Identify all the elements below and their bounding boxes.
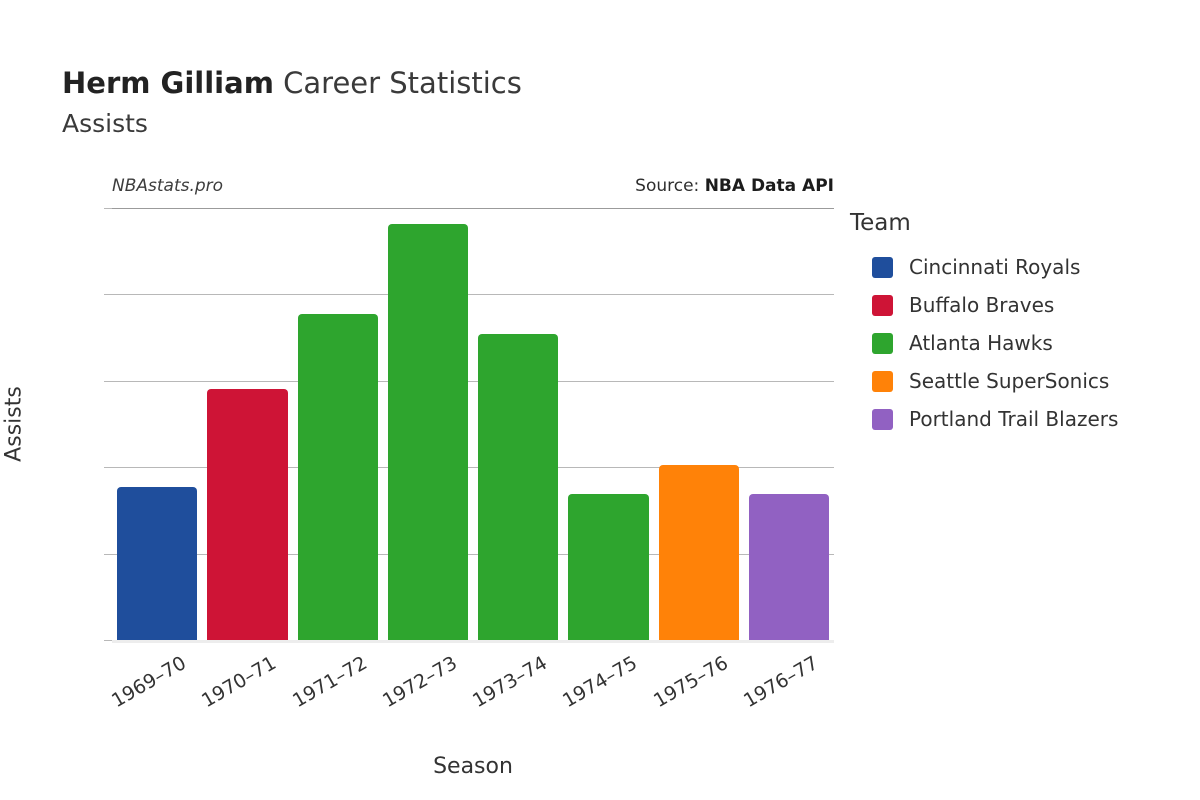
bar[interactable] [297, 314, 378, 640]
page-title: Herm Gilliam Career Statistics [62, 64, 962, 102]
x-tick-label: 1971–72 [288, 652, 371, 713]
legend-item-label: Cincinnati Royals [909, 255, 1081, 279]
source-attribution: Source: NBA Data API [635, 176, 834, 196]
legend-item-label: Portland Trail Blazers [909, 407, 1119, 431]
legend-item[interactable]: Atlanta Hawks [850, 324, 1190, 362]
legend-item[interactable]: Buffalo Braves [850, 286, 1190, 324]
x-tick-label: 1976–77 [739, 652, 822, 713]
x-tick-label: 1974–75 [559, 652, 642, 713]
chart-subtitle: Assists [62, 109, 148, 138]
legend-item[interactable]: Portland Trail Blazers [850, 400, 1190, 438]
legend-item-label: Seattle SuperSonics [909, 369, 1110, 393]
source-value: NBA Data API [704, 176, 834, 196]
legend-item[interactable]: Seattle SuperSonics [850, 362, 1190, 400]
bar[interactable] [568, 493, 649, 640]
legend-item[interactable]: Cincinnati Royals [850, 248, 1190, 286]
x-axis-line [112, 640, 834, 643]
bar-series [112, 208, 834, 640]
bar[interactable] [748, 493, 829, 640]
y-tick-mark [104, 208, 112, 209]
plot-area: 0100200300400500 1969–701970–711971–7219… [2, 208, 834, 779]
legend-swatch-icon [872, 370, 893, 392]
caption-row: NBAstats.pro Source: NBA Data API [112, 176, 834, 202]
y-axis-title: Assists [1, 386, 27, 462]
y-tick-mark [104, 553, 112, 555]
x-tick-label: 1973–74 [469, 652, 552, 713]
legend: Team Cincinnati Royals Buffalo Braves Atla… [850, 210, 1190, 438]
x-tick-label: 1972–73 [378, 652, 461, 713]
legend-items: Cincinnati Royals Buffalo Braves Atlanta H… [850, 248, 1190, 438]
x-tick-label: 1969–70 [108, 652, 191, 713]
x-axis-title: Season [433, 754, 513, 779]
y-tick-mark [104, 294, 112, 296]
player-name: Herm Gilliam [62, 66, 274, 100]
bar[interactable] [207, 389, 288, 640]
legend-swatch-icon [872, 408, 893, 430]
x-tick-label: 1975–76 [649, 652, 732, 713]
legend-swatch-icon [872, 294, 893, 316]
legend-item-label: Atlanta Hawks [909, 331, 1053, 355]
y-tick-mark [104, 640, 112, 641]
legend-swatch-icon [872, 332, 893, 354]
x-tick-label: 1970–71 [198, 652, 281, 713]
watermark: NBAstats.pro [112, 176, 224, 196]
legend-title: Team [850, 210, 911, 236]
bar[interactable] [117, 487, 198, 640]
chart-header: Herm Gilliam Career Statistics Assists [62, 64, 962, 141]
y-tick-mark [104, 380, 112, 382]
bar[interactable] [658, 465, 739, 640]
y-tick-mark [104, 467, 112, 469]
legend-item-label: Buffalo Braves [909, 293, 1055, 317]
legend-swatch-icon [872, 256, 893, 278]
source-label: Source: [635, 176, 700, 196]
bar[interactable] [387, 224, 468, 640]
title-suffix: Career Statistics [273, 66, 522, 100]
bar[interactable] [478, 334, 559, 640]
